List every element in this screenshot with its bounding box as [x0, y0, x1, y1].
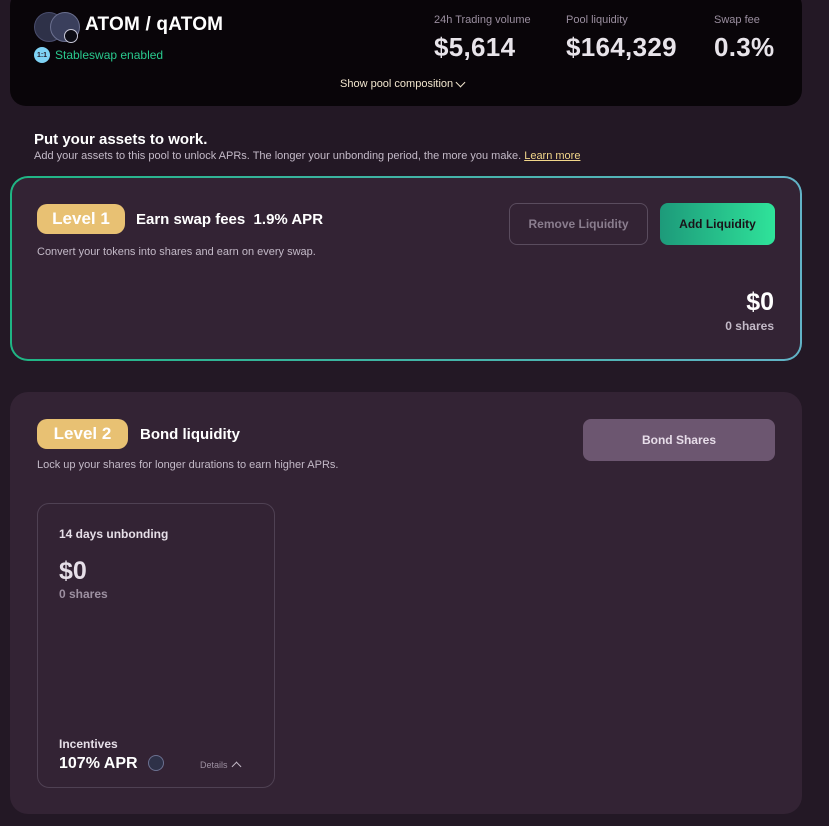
quicksilver-mini-icon [64, 29, 78, 43]
incentives-label: Incentives [59, 737, 118, 751]
bond-duration-title: 14 days unbonding [59, 527, 169, 541]
atom-token-icon [148, 755, 164, 771]
pool-header: ATOM / qATOM 1:1 Stableswap enabled 24h … [10, 0, 802, 106]
stat-label: Swap fee [714, 14, 760, 26]
bond-duration-card: 14 days unbonding $0 0 shares Incentives… [37, 503, 275, 788]
section-subtitle-text: Add your assets to this pool to unlock A… [34, 150, 522, 162]
section-subtitle: Add your assets to this pool to unlock A… [34, 150, 580, 162]
learn-more-link[interactable]: Learn more [524, 150, 580, 162]
incentives-apr: 107% APR [59, 755, 138, 772]
stat-label: 24h Trading volume [434, 14, 531, 26]
chevron-down-icon [455, 77, 466, 87]
stableswap-indicator: 1:1 Stableswap enabled [34, 47, 163, 63]
level-1-card-inner: Level 1 Earn swap fees 1.9% APR Convert … [12, 178, 800, 359]
bond-shares-button[interactable]: Bond Shares [583, 419, 775, 461]
stat-trading-volume: 24h Trading volume $5,614 [434, 14, 531, 63]
add-liquidity-button[interactable]: Add Liquidity [660, 203, 775, 245]
pool-token-icons [34, 12, 80, 44]
stat-value: 0.3% [714, 32, 775, 62]
level-1-amount: $0 [746, 288, 774, 316]
level-1-card: Level 1 Earn swap fees 1.9% APR Convert … [10, 176, 802, 361]
stat-pool-liquidity: Pool liquidity $164,329 [566, 14, 677, 63]
level-1-title: Earn swap fees 1.9% APR [136, 211, 324, 228]
stableswap-label: Stableswap enabled [55, 48, 164, 62]
stat-value: $164,329 [566, 32, 677, 62]
bond-shares: 0 shares [59, 587, 108, 601]
stat-value: $5,614 [434, 32, 516, 62]
level-2-description: Lock up your shares for longer durations… [37, 459, 339, 471]
show-pool-composition-label: Show pool composition [340, 78, 454, 90]
level-1-description: Convert your tokens into shares and earn… [37, 246, 316, 258]
stat-label: Pool liquidity [566, 14, 628, 26]
chevron-up-icon [231, 761, 241, 772]
section-title: Put your assets to work. [34, 131, 208, 148]
level-2-card: Level 2 Bond liquidity Lock up your shar… [10, 392, 802, 814]
remove-liquidity-button[interactable]: Remove Liquidity [509, 203, 648, 245]
level-2-title: Bond liquidity [140, 426, 240, 443]
bond-amount: $0 [59, 557, 87, 585]
level-1-pill: Level 1 [37, 204, 125, 234]
show-pool-composition-toggle[interactable]: Show pool composition [340, 77, 466, 90]
stat-swap-fee: Swap fee 0.3% [714, 14, 774, 63]
details-toggle[interactable]: Details [200, 760, 241, 772]
level-2-pill: Level 2 [37, 419, 128, 449]
details-label: Details [200, 760, 228, 770]
pool-name: ATOM / qATOM [85, 14, 224, 35]
stableswap-icon: 1:1 [34, 47, 50, 63]
level-1-shares: 0 shares [725, 319, 774, 333]
